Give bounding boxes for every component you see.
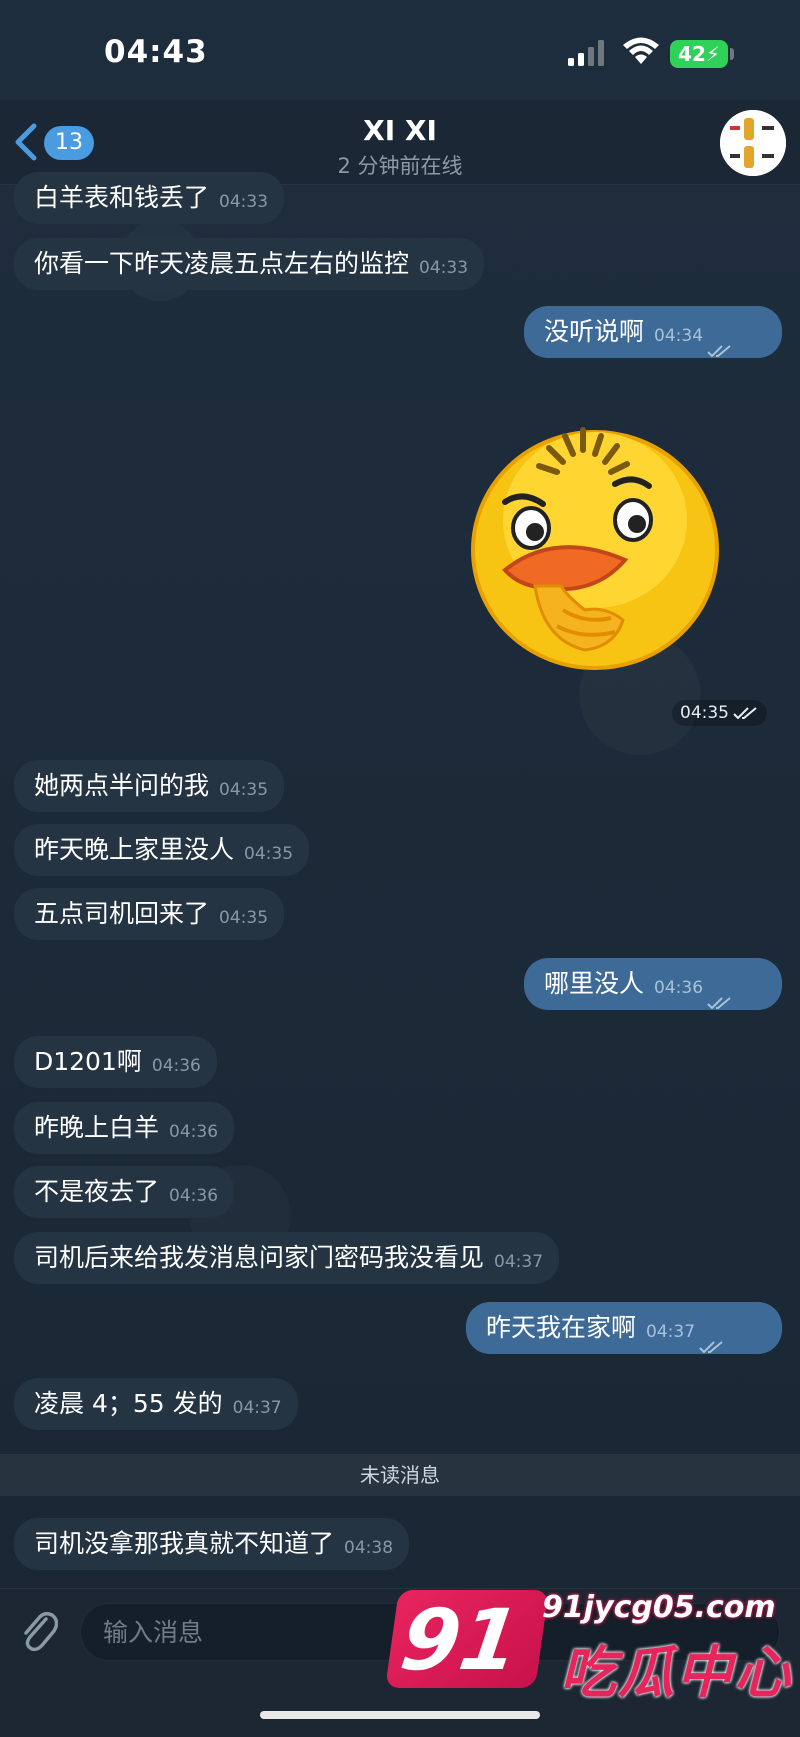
message-time: 04:36 (169, 1186, 219, 1206)
message-text: 昨天晚上家里没人 (34, 835, 235, 864)
message-text: 昨晚上白羊 (34, 1113, 160, 1142)
double-check-icon (707, 345, 731, 358)
message-outgoing[interactable]: 没听说啊 04:34 (524, 306, 782, 358)
message-time: 04:37 (646, 1322, 696, 1342)
message-incoming[interactable]: 司机后来给我发消息问家门密码我没看见 04:37 (14, 1232, 560, 1284)
message-incoming[interactable]: 昨晚上白羊 04:36 (14, 1102, 235, 1154)
message-incoming[interactable]: 不是夜去了 04:36 (14, 1166, 235, 1218)
message-time: 04:35 (680, 703, 729, 723)
message-text: 哪里没人 (544, 969, 645, 998)
watermark-badge-text: 91 (394, 1591, 526, 1689)
message-incoming[interactable]: 五点司机回来了 04:35 (14, 888, 285, 940)
message-time: 04:35 (219, 780, 269, 800)
contact-avatar[interactable] (720, 110, 786, 176)
battery-cap (730, 48, 734, 60)
message-time: 04:38 (344, 1538, 394, 1558)
message-time: 04:36 (654, 978, 704, 998)
message-text: 她两点半问的我 (34, 771, 210, 800)
message-time: 04:35 (219, 908, 269, 928)
battery-indicator: 42⚡ (670, 40, 728, 68)
message-incoming[interactable]: D1201啊 04:36 (14, 1036, 217, 1088)
message-incoming[interactable]: 她两点半问的我 04:35 (14, 760, 285, 812)
sticker-timestamp: 04:35 (672, 700, 767, 726)
watermark-logo: 91 91jycg05.com 吃瓜中心 (385, 1590, 792, 1706)
double-check-icon (733, 707, 757, 720)
message-text: 不是夜去了 (34, 1177, 160, 1206)
watermark-name: 吃瓜中心 (560, 1641, 792, 1706)
message-outgoing[interactable]: 哪里没人 04:36 (524, 958, 782, 1010)
message-incoming[interactable]: 司机没拿那我真就不知道了 04:38 (14, 1518, 410, 1570)
message-text: 没听说啊 (544, 317, 645, 346)
double-check-icon (707, 997, 731, 1010)
paperclip-icon[interactable] (18, 1609, 58, 1653)
message-text: 你看一下昨天凌晨五点左右的监控 (34, 249, 410, 278)
message-incoming[interactable]: 你看一下昨天凌晨五点左右的监控 04:33 (14, 238, 485, 290)
avatar-image-icon (720, 110, 786, 176)
message-text: D1201啊 (34, 1047, 142, 1076)
status-bar: 04:43 42⚡ (0, 0, 800, 100)
message-text: 白羊表和钱丢了 (34, 183, 210, 212)
message-incoming[interactable]: 白羊表和钱丢了 04:33 (14, 172, 285, 224)
watermark-badge: 91 (385, 1590, 549, 1689)
chat-title[interactable]: XI XI (0, 114, 800, 147)
duck-sticker[interactable] (465, 410, 725, 670)
home-indicator (260, 1711, 540, 1719)
double-check-icon (699, 1341, 723, 1354)
message-time: 04:36 (151, 1056, 201, 1076)
message-time: 04:37 (494, 1252, 544, 1272)
message-time: 04:34 (654, 326, 704, 346)
message-text: 凌晨 4；55 发的 (34, 1389, 223, 1418)
message-text: 昨天我在家啊 (486, 1313, 637, 1342)
message-text: 五点司机回来了 (34, 899, 210, 928)
message-incoming[interactable]: 昨天晚上家里没人 04:35 (14, 824, 310, 876)
cellular-signal-icon (568, 40, 604, 66)
wifi-icon (623, 37, 659, 64)
message-outgoing[interactable]: 昨天我在家啊 04:37 (466, 1302, 782, 1354)
watermark-domain: 91jycg05.com (542, 1590, 776, 1625)
message-time: 04:36 (169, 1122, 219, 1142)
message-time: 04:33 (219, 192, 269, 212)
status-time: 04:43 (104, 34, 208, 70)
message-time: 04:37 (232, 1398, 282, 1418)
message-time: 04:35 (244, 844, 294, 864)
input-placeholder: 输入消息 (103, 1618, 204, 1647)
message-time: 04:33 (419, 258, 469, 278)
unread-messages-divider: 未读消息 (0, 1454, 800, 1496)
message-incoming[interactable]: 凌晨 4；55 发的 04:37 (14, 1378, 298, 1430)
message-text: 司机没拿那我真就不知道了 (34, 1529, 335, 1558)
message-text: 司机后来给我发消息问家门密码我没看见 (34, 1243, 485, 1272)
